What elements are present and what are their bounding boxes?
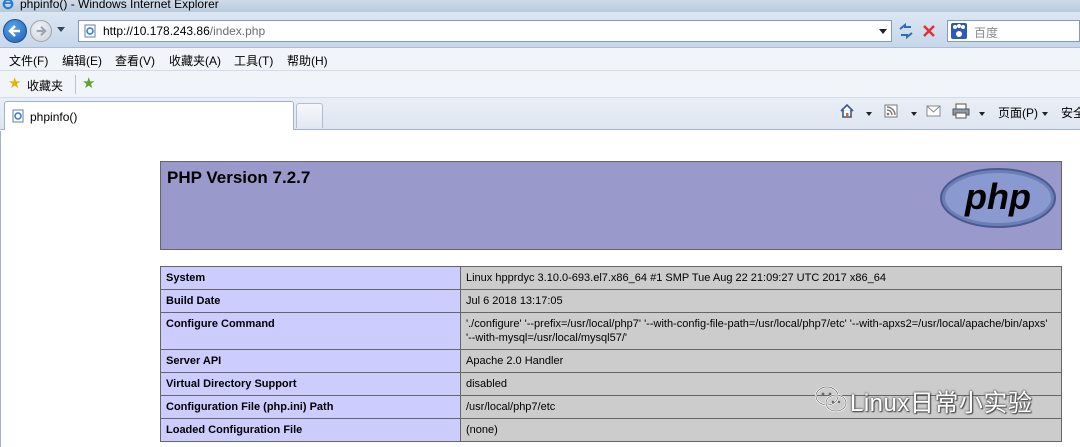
favorites-bar: ★ 收藏夹 ★	[0, 71, 1080, 98]
mail-icon[interactable]	[926, 105, 941, 117]
url-host: http://10.178.243.86	[103, 24, 210, 38]
row-key: Build Date	[160, 289, 461, 313]
page-dropdown[interactable]	[1042, 112, 1048, 116]
table-row: Loaded Configuration File (none)	[160, 418, 1062, 442]
home-icon[interactable]	[839, 103, 855, 119]
tab-bar: phpinfo() 页面(P) 安全	[0, 98, 1080, 130]
php-logo[interactable]: php	[939, 167, 1057, 229]
tab-label: phpinfo()	[30, 110, 78, 124]
row-key: Server API	[160, 349, 461, 373]
print-icon[interactable]	[952, 103, 970, 119]
table-row: System Linux hpprdyc 3.10.0-693.el7.x86_6…	[160, 266, 1062, 290]
row-key: Configure Command	[160, 312, 461, 350]
row-value: (none)	[460, 418, 1062, 442]
ie-logo-icon	[2, 0, 14, 10]
table-row: Build Date Jul 6 2018 13:17:05	[160, 289, 1062, 313]
back-button[interactable]	[3, 19, 27, 43]
page-menu-button[interactable]: 页面(P)	[998, 104, 1038, 121]
feeds-dropdown[interactable]	[911, 112, 917, 116]
row-key: Configuration File (php.ini) Path	[160, 395, 461, 419]
menu-view[interactable]: 查看(V)	[115, 52, 155, 69]
search-placeholder: 百度	[974, 26, 999, 40]
table-row: Server API Apache 2.0 Handler	[160, 349, 1062, 373]
row-key: Loaded Configuration File	[160, 418, 461, 442]
window-title: phpinfo() - Windows Internet Explorer	[20, 0, 219, 11]
url-path: /index.php	[209, 24, 266, 38]
forward-button[interactable]	[30, 20, 52, 42]
php-version-title: PHP Version 7.2.7	[167, 168, 311, 187]
menu-help[interactable]: 帮助(H)	[287, 52, 328, 69]
recent-pages-dropdown[interactable]	[57, 27, 65, 32]
add-favorite-icon[interactable]: ★	[82, 76, 95, 91]
address-input[interactable]: http://10.178.243.86/index.php	[78, 20, 892, 42]
row-value: Linux hpprdyc 3.10.0-693.el7.x86_64 #1 S…	[460, 266, 1062, 290]
page-icon	[12, 109, 24, 123]
wechat-icon	[815, 386, 847, 412]
refresh-icon[interactable]	[897, 22, 915, 40]
arrow-left-icon	[8, 25, 20, 37]
row-value: './configure' '--prefix=/usr/local/php7'…	[460, 312, 1062, 350]
navigation-bar: http://10.178.243.86/index.php 百度	[0, 12, 1080, 48]
watermark-text: Linux日常小实验	[850, 390, 1033, 417]
table-row: Configure Command './configure' '--prefix…	[160, 312, 1062, 350]
new-tab-button[interactable]	[296, 103, 323, 128]
home-dropdown[interactable]	[866, 112, 872, 116]
favorites-button[interactable]: 收藏夹	[27, 77, 63, 94]
php-logo-text: php	[964, 176, 1031, 217]
search-input[interactable]: 百度	[947, 20, 1080, 42]
feeds-icon[interactable]	[884, 104, 898, 118]
address-dropdown[interactable]	[879, 29, 887, 34]
row-value: Apache 2.0 Handler	[460, 349, 1062, 373]
tab-phpinfo[interactable]: phpinfo()	[4, 101, 294, 130]
page-icon	[84, 24, 96, 38]
baidu-logo-icon	[951, 23, 967, 39]
stop-icon[interactable]	[920, 22, 938, 40]
php-header: PHP Version 7.2.7 php	[160, 161, 1062, 250]
row-value: Jul 6 2018 13:17:05	[460, 289, 1062, 313]
favorites-star-icon[interactable]: ★	[8, 76, 21, 91]
row-key: Virtual Directory Support	[160, 372, 461, 396]
menu-file[interactable]: 文件(F)	[9, 52, 48, 69]
address-url: http://10.178.243.86/index.php	[103, 24, 265, 38]
safety-menu-button[interactable]: 安全	[1061, 104, 1080, 121]
page-content: PHP Version 7.2.7 php System Linux hpprdy…	[0, 131, 1080, 447]
menu-tools[interactable]: 工具(T)	[234, 52, 273, 69]
divider	[75, 75, 76, 94]
print-dropdown[interactable]	[979, 112, 985, 116]
window-title-bar: phpinfo() - Windows Internet Explorer	[0, 0, 1080, 12]
menu-favorites[interactable]: 收藏夹(A)	[169, 52, 221, 69]
menu-edit[interactable]: 编辑(E)	[62, 52, 102, 69]
arrow-right-icon	[36, 25, 47, 37]
menu-bar: 文件(F) 编辑(E) 查看(V) 收藏夹(A) 工具(T) 帮助(H)	[0, 48, 1080, 71]
row-key: System	[160, 266, 461, 290]
